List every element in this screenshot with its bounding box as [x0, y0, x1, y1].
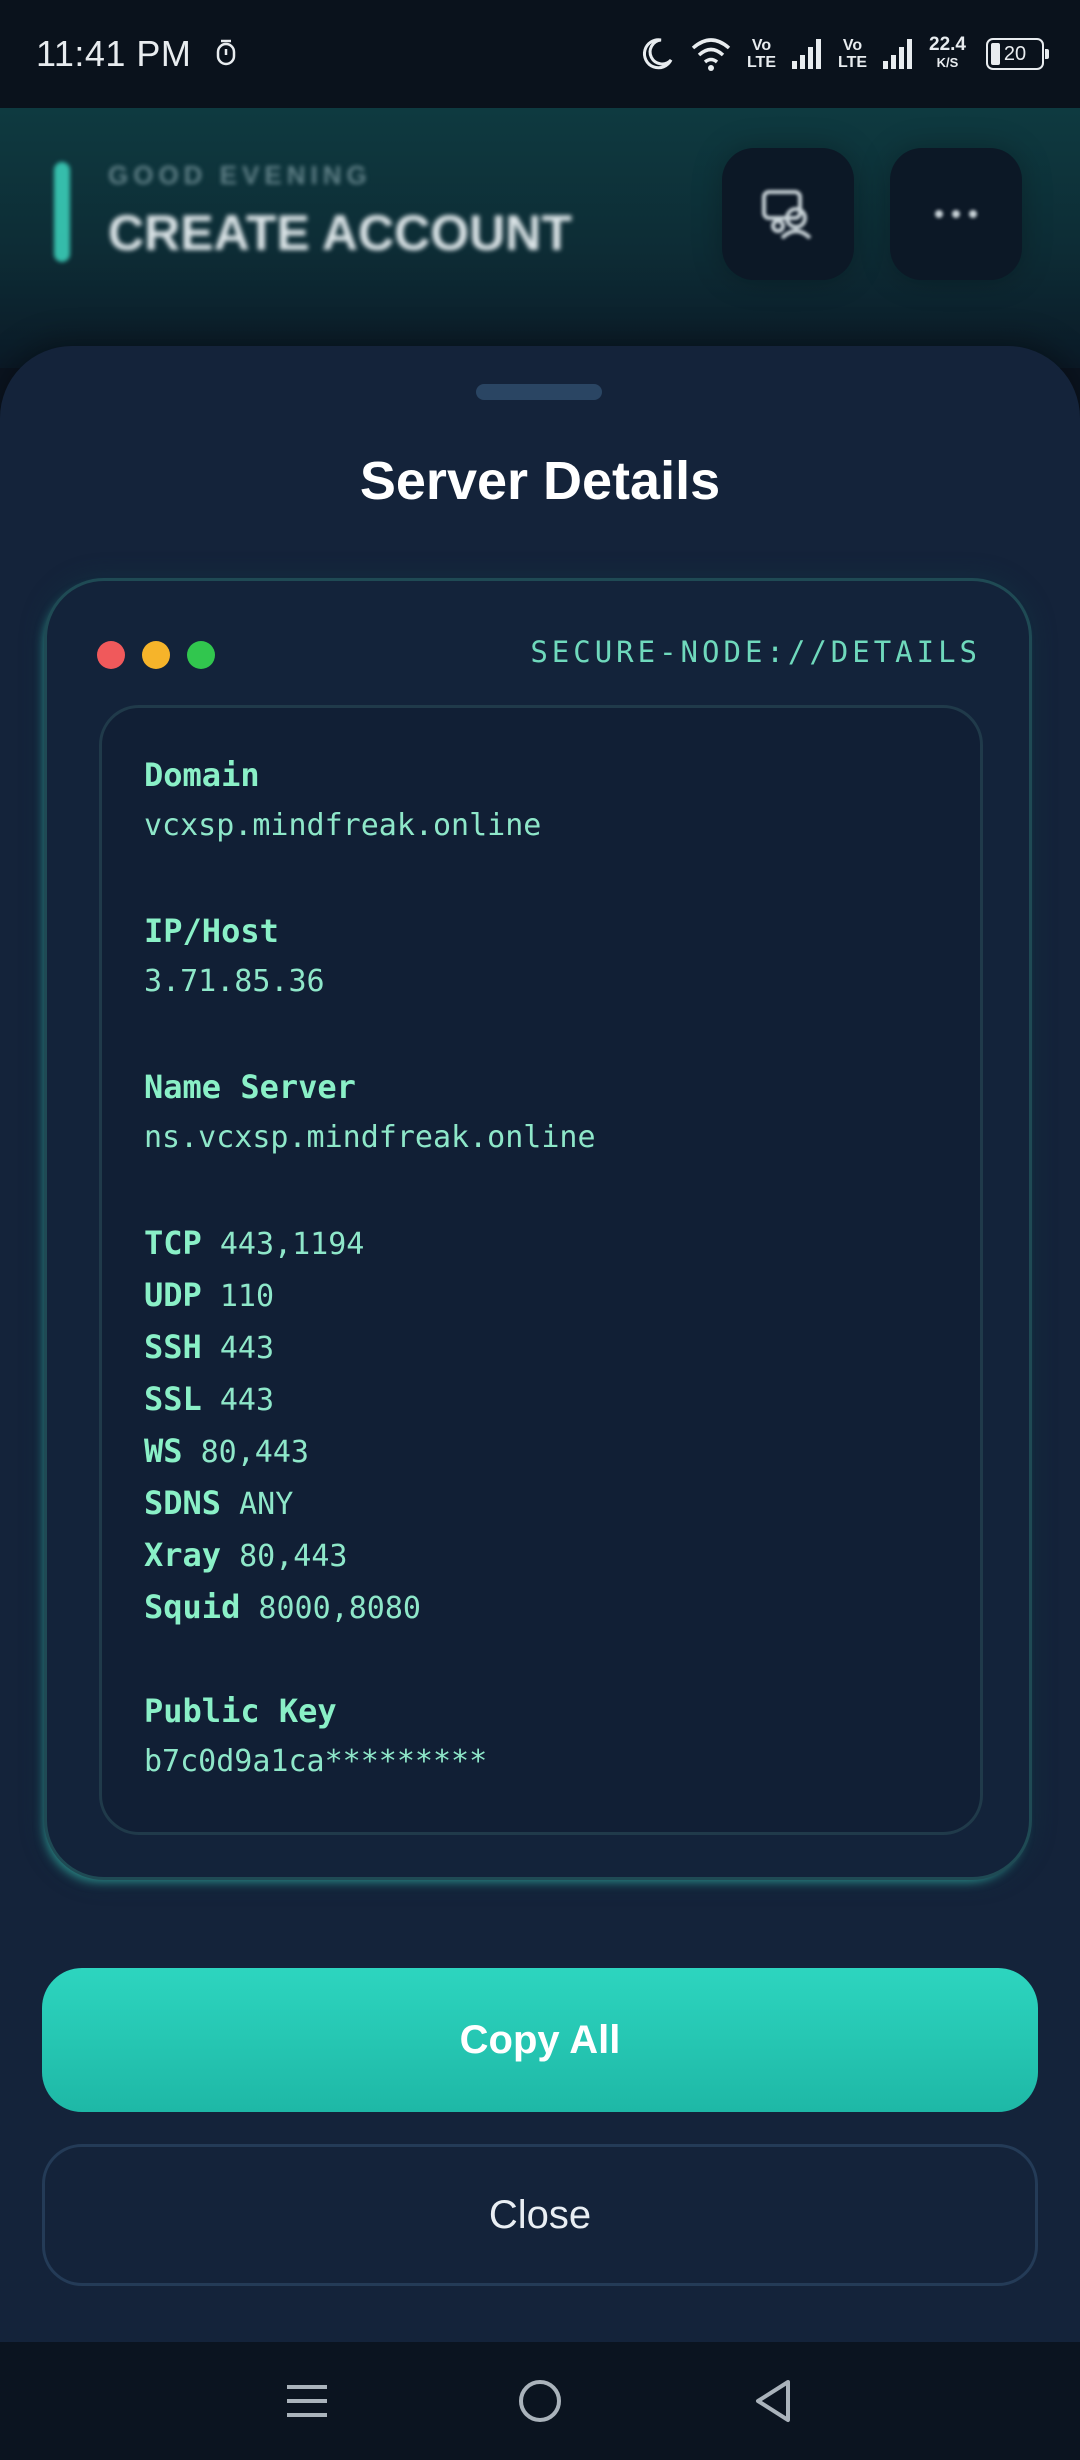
copy-all-button[interactable]: Copy All: [42, 1968, 1038, 2112]
port-value: 443,1194: [219, 1227, 365, 1262]
name-server-value: ns.vcxsp.mindfreak.online: [144, 1120, 596, 1155]
port-name: SSL: [144, 1380, 202, 1418]
more-options-button[interactable]: [890, 148, 1022, 280]
speed-unit: K/S: [936, 55, 959, 70]
port-row-sdns: SDNS ANY: [144, 1484, 293, 1522]
port-row-ssh: SSH 443: [144, 1328, 274, 1366]
navigation-bar: [0, 2342, 1080, 2460]
terminal-label: SECURE-NODE://DETAILS: [530, 635, 981, 669]
public-key-value: b7c0d9a1ca*********: [144, 1744, 488, 1779]
port-name: WS: [144, 1432, 183, 1470]
sheet-drag-handle[interactable]: [476, 384, 602, 400]
battery-indicator: 20: [986, 38, 1049, 70]
status-bar: 11:41 PM Vo LTE Vo LTE 22.4 K/S 20: [0, 0, 1080, 108]
port-row-ssl: SSL 443: [144, 1380, 274, 1418]
header-accent-bar: [54, 162, 70, 262]
header-greeting: GOOD EVENING: [108, 160, 372, 190]
sheet-title: Server Details: [359, 451, 721, 511]
details-panel: Domain vcxsp.mindfreak.online IP/Host 3.…: [99, 705, 983, 1835]
server-details-sheet: Server Details SECURE-NODE://DETAILS Dom…: [0, 346, 1080, 2346]
port-row-xray: Xray 80,443: [144, 1536, 348, 1574]
signal-icon: [883, 39, 913, 69]
port-row-udp: UDP 110: [144, 1276, 274, 1314]
back-icon: [756, 2380, 791, 2422]
close-button[interactable]: Close: [42, 2144, 1038, 2286]
port-row-tcp: TCP 443,1194: [144, 1224, 364, 1262]
alarm-icon: [217, 39, 236, 66]
network-2-bottom: LTE: [837, 54, 868, 71]
signal-icon: [791, 39, 821, 69]
domain-label: Domain: [144, 756, 260, 794]
public-key-label: Public Key: [144, 1692, 337, 1730]
speed-value: 22.4: [929, 34, 966, 55]
port-value: 110: [219, 1279, 275, 1314]
network-speed: 22.4 K/S: [929, 34, 966, 72]
port-value: 443: [219, 1383, 275, 1418]
port-name: UDP: [144, 1276, 202, 1314]
wifi-icon: [691, 38, 731, 71]
header-title: CREATE ACCOUNT: [108, 205, 572, 261]
green-dot: [187, 641, 215, 669]
network-2-top: Vo: [842, 37, 863, 54]
network-type-1: Vo LTE: [747, 37, 776, 71]
port-value: 80,443: [239, 1539, 348, 1574]
moon-icon: [642, 38, 673, 70]
port-name: TCP: [144, 1224, 202, 1262]
port-value: 80,443: [200, 1435, 309, 1470]
port-name: SDNS: [144, 1484, 222, 1522]
port-name: Squid: [144, 1588, 241, 1626]
battery-level: 20: [1003, 42, 1027, 65]
port-row-squid: Squid 8000,8080: [144, 1588, 421, 1626]
name-server-label: Name Server: [144, 1068, 356, 1106]
recent-apps-button[interactable]: [277, 2371, 337, 2431]
network-1-bottom: LTE: [746, 54, 776, 71]
window-dots: [97, 641, 215, 669]
terminal-card: SECURE-NODE://DETAILS Domain vcxsp.mindf…: [44, 578, 1032, 1880]
port-row-ws: WS 80,443: [144, 1432, 309, 1470]
server-profile-icon: [762, 190, 812, 240]
back-button[interactable]: [743, 2371, 803, 2431]
app-header: GOOD EVENING CREATE ACCOUNT: [0, 108, 1080, 368]
domain-value: vcxsp.mindfreak.online: [144, 808, 542, 843]
yellow-dot: [142, 641, 170, 669]
menu-icon: [286, 2385, 327, 2417]
port-value: 8000,8080: [258, 1591, 421, 1626]
status-time: 11:41 PM: [36, 33, 192, 74]
home-icon: [518, 2380, 561, 2422]
port-value: ANY: [239, 1487, 294, 1522]
port-name: SSH: [144, 1328, 202, 1366]
ip-label: IP/Host: [144, 912, 279, 950]
battery-fill: [991, 43, 1000, 65]
more-icon: [935, 210, 977, 218]
network-type-2: Vo LTE: [838, 37, 867, 71]
red-dot: [97, 641, 125, 669]
home-button[interactable]: [510, 2371, 570, 2431]
ip-value: 3.71.85.36: [144, 964, 325, 999]
port-name: Xray: [144, 1536, 222, 1574]
network-1-top: Vo: [751, 37, 772, 54]
server-profile-button[interactable]: [722, 148, 854, 280]
port-value: 443: [219, 1331, 275, 1366]
